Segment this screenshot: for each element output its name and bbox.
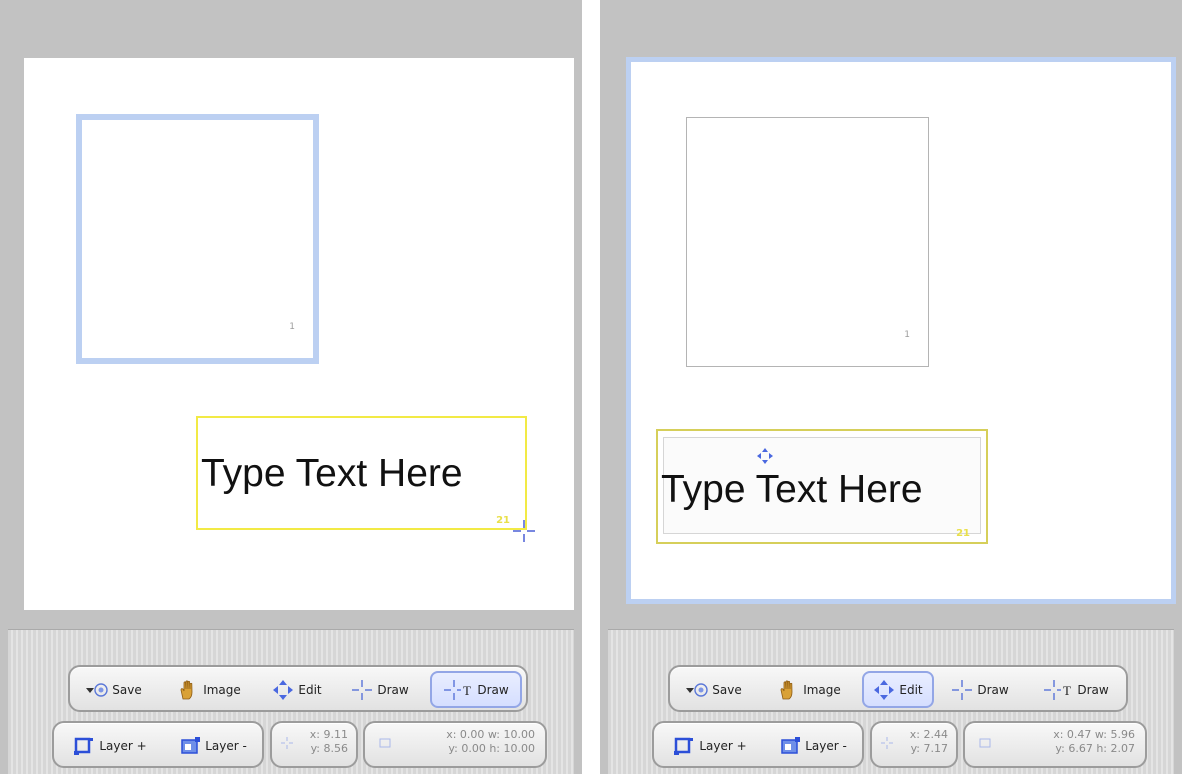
edit-button[interactable]: Edit — [862, 671, 934, 708]
tool-group: Save Image Edit Draw T Draw — [68, 665, 528, 712]
layer-remove-button[interactable]: Layer - — [768, 727, 858, 764]
image-layer-box[interactable]: 1 — [686, 117, 929, 367]
hand-image-icon — [180, 679, 193, 699]
position-x: x: 2.44 — [909, 728, 948, 741]
layer-add-icon — [74, 737, 94, 755]
save-button[interactable]: Save — [76, 671, 150, 708]
save-icon — [686, 682, 708, 697]
editor-panel-left: 1 Type Text Here 21 Save Image Edit Draw… — [0, 0, 582, 774]
layer-add-label: Layer + — [699, 738, 747, 753]
layer-remove-label: Layer - — [205, 738, 247, 753]
rect-line-1: x: 0.47 w: 5.96 — [1053, 728, 1135, 741]
layer-remove-icon — [781, 736, 801, 754]
edit-button[interactable]: Edit — [266, 671, 328, 708]
move-arrows-icon — [273, 679, 294, 700]
text-layer-content[interactable]: Type Text Here — [201, 452, 463, 496]
save-button[interactable]: Save — [676, 671, 750, 708]
layer-add-button[interactable]: Layer + — [60, 727, 160, 764]
rect-icon — [379, 738, 391, 748]
layer-add-icon — [674, 737, 694, 755]
cursor-position-readout: x: 9.11 y: 8.56 — [270, 721, 358, 768]
position-y: y: 7.17 — [910, 742, 948, 755]
save-label: Save — [112, 682, 142, 697]
text-draw-label: Draw — [477, 682, 509, 697]
layer-remove-icon — [181, 736, 201, 754]
move-handle-icon[interactable] — [756, 447, 774, 465]
position-values: x: 2.44 y: 7.17 — [910, 728, 948, 756]
layer-add-button[interactable]: Layer + — [660, 727, 760, 764]
image-layer-box[interactable]: 1 — [76, 114, 319, 364]
cursor-position-readout: x: 2.44 y: 7.17 — [870, 721, 958, 768]
move-arrows-icon — [874, 679, 895, 700]
image-button[interactable]: Image — [170, 671, 248, 708]
svg-text:T: T — [463, 683, 471, 698]
layer-number: 1 — [904, 330, 910, 340]
image-button[interactable]: Image — [770, 671, 848, 708]
crosshair-text-icon: T — [444, 679, 471, 700]
crosshair-icon — [952, 679, 973, 700]
hand-image-icon — [780, 679, 793, 699]
layer-number: 21 — [496, 515, 510, 526]
rect-line-2: y: 0.00 h: 10.00 — [448, 742, 535, 755]
position-x: x: 9.11 — [309, 728, 348, 741]
crosshair-text-icon: T — [1044, 679, 1071, 700]
position-y: y: 8.56 — [310, 742, 348, 755]
draw-label: Draw — [977, 682, 1009, 697]
layer-number: 1 — [289, 322, 295, 332]
draw-button[interactable]: Draw — [344, 671, 416, 708]
rect-line-1: x: 0.00 w: 10.00 — [446, 728, 535, 741]
text-draw-button[interactable]: T Draw — [1030, 671, 1122, 708]
edit-label: Edit — [298, 682, 322, 697]
layer-add-label: Layer + — [99, 738, 147, 753]
toolbar: Save Image Edit Draw T Draw Layer + Laye… — [608, 629, 1174, 774]
canvas[interactable]: 1 Type Text Here 21 — [24, 58, 574, 610]
layer-remove-label: Layer - — [805, 738, 847, 753]
text-layer-content[interactable]: Type Text Here — [661, 468, 923, 512]
tool-group: Save Image Edit Draw T Draw — [668, 665, 1128, 712]
layer-group: Layer + Layer - — [52, 721, 264, 768]
toolbar: Save Image Edit Draw T Draw Layer + Laye… — [8, 629, 574, 774]
rect-values: x: 0.47 w: 5.96 y: 6.67 h: 2.07 — [1053, 728, 1135, 756]
crosshair-cursor-icon — [513, 520, 535, 542]
selection-rect-readout: x: 0.00 w: 10.00 y: 0.00 h: 10.00 — [363, 721, 547, 768]
text-layer-box[interactable]: Type Text Here 21 — [196, 416, 527, 530]
image-label: Image — [803, 682, 841, 697]
text-layer-box[interactable]: Type Text Here 21 — [656, 429, 988, 544]
rect-values: x: 0.00 w: 10.00 y: 0.00 h: 10.00 — [446, 728, 535, 756]
canvas[interactable]: 1 Type Text Here 21 — [626, 57, 1176, 604]
draw-button[interactable]: Draw — [944, 671, 1016, 708]
text-draw-button[interactable]: T Draw — [430, 671, 522, 708]
save-icon — [86, 682, 108, 697]
editor-panel-right: 1 Type Text Here 21 Save Image Edit Draw… — [600, 0, 1182, 774]
position-icon — [281, 737, 293, 749]
svg-text:T: T — [1063, 683, 1071, 698]
layer-remove-button[interactable]: Layer - — [168, 727, 258, 764]
rect-line-2: y: 6.67 h: 2.07 — [1055, 742, 1135, 755]
draw-label: Draw — [377, 682, 409, 697]
edit-label: Edit — [899, 682, 923, 697]
crosshair-icon — [352, 679, 373, 700]
text-draw-label: Draw — [1077, 682, 1109, 697]
layer-number: 21 — [956, 528, 970, 539]
rect-icon — [979, 738, 991, 748]
image-label: Image — [203, 682, 241, 697]
save-label: Save — [712, 682, 742, 697]
position-icon — [881, 737, 893, 749]
selection-rect-readout: x: 0.47 w: 5.96 y: 6.67 h: 2.07 — [963, 721, 1147, 768]
position-values: x: 9.11 y: 8.56 — [310, 728, 348, 756]
layer-group: Layer + Layer - — [652, 721, 864, 768]
